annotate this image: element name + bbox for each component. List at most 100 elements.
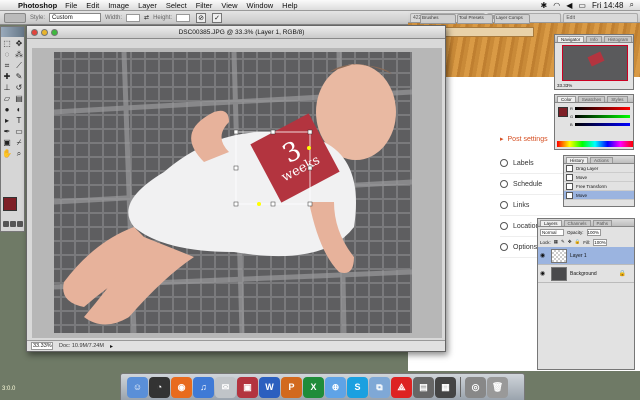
transform-bounding-box[interactable] (54, 52, 412, 333)
layer-row-layer-1[interactable]: ◉ Layer 1 (538, 247, 634, 265)
quickmask-mode-icon[interactable] (10, 221, 16, 227)
finder-icon[interactable]: ☺ (127, 376, 148, 398)
navigator-zoom[interactable]: 33.33% (557, 83, 572, 88)
history-item[interactable]: Drag Layer (564, 164, 634, 173)
marquee-tool-icon[interactable]: ⬚ (1, 38, 13, 49)
crop-tool-icon[interactable]: ⌗ (1, 60, 13, 71)
tab-layers[interactable]: Layers (540, 219, 562, 226)
canvas-area[interactable]: 3 weeks (32, 48, 442, 338)
menu-view[interactable]: View (221, 1, 237, 10)
history-item[interactable]: Free Transform (564, 182, 634, 191)
eye-icon[interactable]: ◉ (540, 252, 548, 260)
navigator-thumbnail[interactable] (562, 45, 628, 81)
dashboard-icon[interactable]: ◔ (149, 376, 170, 398)
tab-paths[interactable]: Paths (592, 219, 613, 226)
lock-transparency-icon[interactable]: ▦ (554, 239, 558, 245)
excel-icon[interactable]: X (303, 376, 324, 398)
lock-position-icon[interactable]: ✥ (568, 239, 572, 245)
hand-tool-icon[interactable]: ✋ (1, 148, 13, 159)
color-swatch[interactable] (558, 107, 568, 117)
commit-transform-button[interactable]: ✓ (212, 12, 223, 23)
brush-tool-icon[interactable]: ✎ (13, 71, 25, 82)
status-menu-arrow-icon[interactable]: ▸ (110, 343, 113, 350)
skype-icon[interactable]: S (347, 376, 368, 398)
cancel-transform-button[interactable]: ⊘ (196, 12, 207, 23)
post-setting-schedule[interactable]: Schedule (500, 174, 570, 195)
menu-edit[interactable]: Edit (86, 1, 99, 10)
tab-info[interactable]: Info (586, 35, 602, 42)
zoom-icon[interactable] (51, 28, 58, 36)
safari-icon[interactable]: ⊕ (325, 376, 346, 398)
tab-history[interactable]: History (566, 156, 589, 163)
tab-channels[interactable]: Channels (563, 219, 591, 226)
blue-slider[interactable] (575, 123, 630, 126)
healing-brush-icon[interactable]: ✚ (1, 71, 13, 82)
swap-icon[interactable]: ⇄ (144, 14, 149, 21)
eye-icon[interactable]: ◉ (540, 270, 548, 278)
gradient-tool-icon[interactable]: ▤ (13, 93, 25, 104)
trash-icon[interactable]: 🗑 (487, 376, 508, 398)
menu-window[interactable]: Window (246, 1, 273, 10)
zoom-field[interactable]: 33.33% (31, 342, 53, 350)
word-icon[interactable]: W (259, 376, 280, 398)
palette-tab-tool-presets[interactable]: Tool Presets (457, 14, 493, 24)
dodge-tool-icon[interactable]: ◐ (13, 104, 25, 115)
blend-mode-select[interactable]: Normal (540, 228, 564, 236)
foreground-color-swatch[interactable] (3, 197, 17, 211)
photo[interactable]: 3 weeks (54, 52, 412, 333)
acrobat-icon[interactable]: ⟁ (391, 376, 412, 398)
zoom-tool-icon[interactable]: ⌕ (13, 148, 25, 159)
standard-mode-icon[interactable] (3, 221, 9, 227)
tab-styles[interactable]: Styles (607, 95, 628, 102)
tools-header[interactable] (1, 27, 24, 37)
mail-icon[interactable]: ✉ (215, 376, 236, 398)
eraser-tool-icon[interactable]: ▱ (1, 93, 13, 104)
volume-icon[interactable]: ◀ (566, 1, 572, 10)
tab-color[interactable]: Color (557, 95, 576, 102)
palette-tab-brushes[interactable]: Brushes (420, 14, 456, 24)
path-select-icon[interactable]: ▸ (1, 115, 13, 126)
browser-tab[interactable]: Edit (563, 13, 639, 22)
lock-all-icon[interactable]: 🔒 (575, 239, 581, 245)
tool-preset-picker[interactable] (4, 12, 26, 23)
bluetooth-icon[interactable]: ✱ (541, 1, 548, 10)
lock-pixels-icon[interactable]: ✎ (561, 239, 565, 245)
notes-tool-icon[interactable]: ▣ (1, 137, 13, 148)
tab-navigator[interactable]: Navigator (557, 35, 585, 42)
screen-mode-icon[interactable] (17, 221, 23, 227)
move-tool-icon[interactable]: ✥ (13, 38, 25, 49)
tab-swatches[interactable]: Swatches (577, 95, 606, 102)
slice-tool-icon[interactable]: ⟋ (13, 60, 25, 71)
itunes-icon[interactable]: ♫ (193, 376, 214, 398)
history-brush-icon[interactable]: ↺ (13, 82, 25, 93)
height-field[interactable] (176, 13, 191, 22)
shape-tool-icon[interactable]: ▭ (13, 126, 25, 137)
photoshop-icon[interactable]: ▣ (237, 376, 258, 398)
firefox-icon[interactable]: ◉ (171, 376, 192, 398)
menu-image[interactable]: Image (108, 1, 129, 10)
tab-histogram[interactable]: Histogram (603, 35, 633, 42)
fill-field[interactable]: 100% (593, 238, 608, 246)
width-field[interactable] (126, 13, 141, 22)
utility-icon[interactable]: ◎ (465, 376, 486, 398)
menu-help[interactable]: Help (282, 1, 297, 10)
layer-row-background[interactable]: ◉ Background 🔒 (538, 265, 634, 283)
lasso-tool-icon[interactable]: ◌ (1, 49, 13, 60)
style-select[interactable]: Custom (49, 13, 102, 22)
doc-size-info[interactable]: Doc: 10.9M/7.24M (59, 343, 104, 349)
type-tool-icon[interactable]: T (13, 115, 25, 126)
color-spectrum[interactable] (557, 141, 633, 147)
eyedropper-tool-icon[interactable]: ⌿ (13, 137, 25, 148)
blur-tool-icon[interactable]: ● (1, 104, 13, 115)
palette-tab-layer-comps[interactable]: Layer Comps (494, 14, 530, 24)
post-setting-labels[interactable]: Labels (500, 153, 570, 174)
menu-filter[interactable]: Filter (196, 1, 213, 10)
app-icon[interactable]: ▤ (413, 376, 434, 398)
wifi-icon[interactable]: ◠ (553, 1, 560, 10)
pen-tool-icon[interactable]: ✒ (1, 126, 13, 137)
minimize-icon[interactable] (41, 28, 48, 36)
close-icon[interactable] (31, 28, 38, 36)
post-setting-links[interactable]: Links (500, 195, 570, 216)
menu-layer[interactable]: Layer (138, 1, 157, 10)
magic-wand-tool-icon[interactable]: ⁂ (13, 49, 25, 60)
